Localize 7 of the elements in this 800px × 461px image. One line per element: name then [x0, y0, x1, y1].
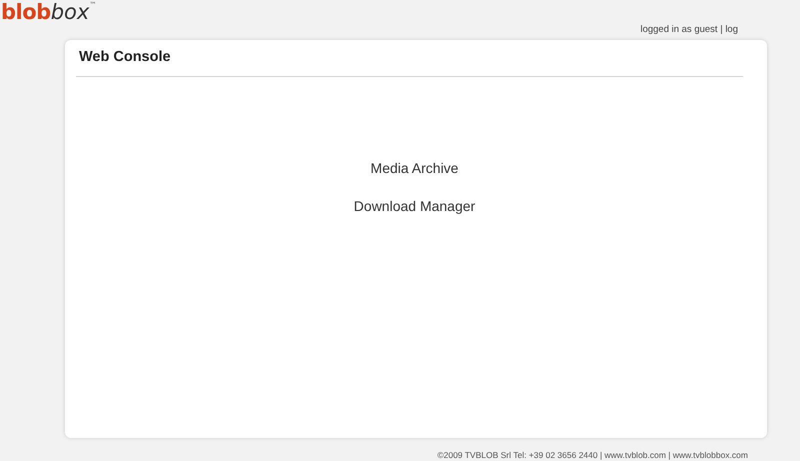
logo-brand: blob: [1, 2, 51, 23]
footer-text: ©2009 TVBLOB Srl Tel: +39 02 3656 2440 | www.tvblob.com | www.tvblobbox.com: [437, 450, 748, 460]
logo-suffix: box: [50, 2, 90, 23]
panel-title: Web Console: [79, 49, 171, 65]
menu-link[interactable]: Media Archive: [370, 160, 458, 176]
session-status: logged in as guest | log: [640, 24, 738, 35]
menu-link[interactable]: Download Manager: [354, 198, 476, 214]
